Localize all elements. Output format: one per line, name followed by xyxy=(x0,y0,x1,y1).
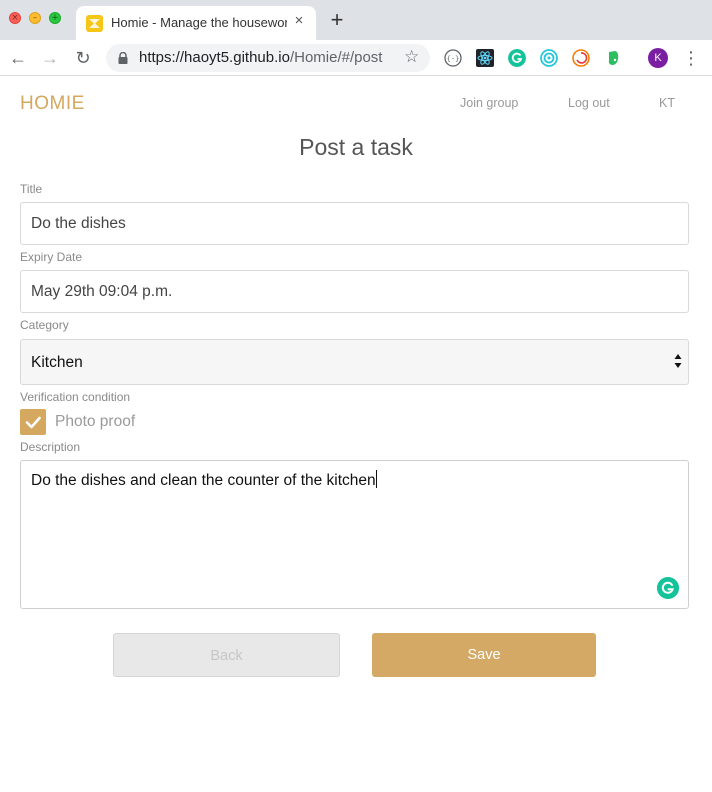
url-path: /Homie/#/post xyxy=(289,49,383,66)
title-input-value: Do the dishes xyxy=(31,215,126,232)
extension-spiral-icon[interactable] xyxy=(572,49,590,67)
select-arrows-icon xyxy=(674,354,682,368)
title-input[interactable]: Do the dishes xyxy=(20,202,689,245)
forward-icon[interactable]: → xyxy=(38,46,62,70)
extension-code-icon[interactable]: {·} xyxy=(444,49,462,67)
extension-grammarly-icon[interactable] xyxy=(508,49,526,67)
user-initials-link[interactable]: KT xyxy=(659,96,675,110)
tab-close-icon[interactable]: × xyxy=(290,12,308,30)
back-icon[interactable]: ← xyxy=(6,46,30,70)
extension-evernote-icon[interactable] xyxy=(604,49,622,67)
window-zoom-button[interactable]: + xyxy=(49,12,61,24)
description-label: Description xyxy=(20,440,81,454)
homie-favicon-icon xyxy=(86,15,103,32)
bookmark-star-icon[interactable]: ☆ xyxy=(404,47,419,67)
lock-icon xyxy=(118,52,128,64)
category-selected-value: Kitchen xyxy=(31,354,83,371)
category-select[interactable]: Kitchen xyxy=(20,339,689,385)
log-out-link[interactable]: Log out xyxy=(568,96,610,110)
back-button[interactable]: Back xyxy=(113,633,340,677)
window-close-button[interactable]: × xyxy=(9,12,21,24)
verification-label: Verification condition xyxy=(20,390,131,404)
description-textarea[interactable]: Do the dishes and clean the counter of t… xyxy=(20,460,689,609)
checkmark-icon xyxy=(25,416,41,429)
title-label: Title xyxy=(20,182,43,196)
menu-icon[interactable]: ⋮ xyxy=(682,46,700,70)
browser-tab-bar: × – + Homie - Manage the housework × + xyxy=(0,0,712,40)
window-minimize-button[interactable]: – xyxy=(29,12,41,24)
grammarly-icon[interactable] xyxy=(657,577,679,599)
address-bar[interactable]: https://haoyt5.github.io/Homie/#/post ☆ xyxy=(106,44,430,72)
save-button[interactable]: Save xyxy=(372,633,596,677)
page-content: HOMIE Join group Log out KT Post a task … xyxy=(0,77,712,792)
url-host: https://haoyt5.github.io xyxy=(139,49,290,66)
text-caret xyxy=(375,470,377,488)
browser-toolbar: ← → ↻ https://haoyt5.github.io/Homie/#/p… xyxy=(0,40,712,76)
profile-avatar[interactable]: K xyxy=(648,48,668,68)
browser-tab[interactable]: Homie - Manage the housework × xyxy=(76,6,316,40)
url-text: https://haoyt5.github.io/Homie/#/post xyxy=(139,49,382,66)
new-tab-button[interactable]: + xyxy=(326,9,348,31)
expiry-date-input[interactable]: May 29th 09:04 p.m. xyxy=(20,270,689,313)
extension-react-icon[interactable] xyxy=(476,49,494,67)
category-label: Category xyxy=(20,318,69,332)
extension-target-icon[interactable] xyxy=(540,49,558,67)
description-value: Do the dishes and clean the counter of t… xyxy=(31,470,377,490)
tab-title: Homie - Manage the housework xyxy=(111,15,287,30)
join-group-link[interactable]: Join group xyxy=(460,96,518,110)
photo-proof-checkbox[interactable] xyxy=(20,409,46,435)
brand-logo[interactable]: HOMIE xyxy=(20,93,85,115)
page-title: Post a task xyxy=(299,134,413,160)
photo-proof-label[interactable]: Photo proof xyxy=(55,413,135,431)
svg-text:{·}: {·} xyxy=(447,55,460,63)
expiry-date-label: Expiry Date xyxy=(20,250,83,264)
reload-icon[interactable]: ↻ xyxy=(71,46,95,70)
expiry-date-value: May 29th 09:04 p.m. xyxy=(31,283,173,300)
description-text: Do the dishes and clean the counter of t… xyxy=(31,472,376,489)
